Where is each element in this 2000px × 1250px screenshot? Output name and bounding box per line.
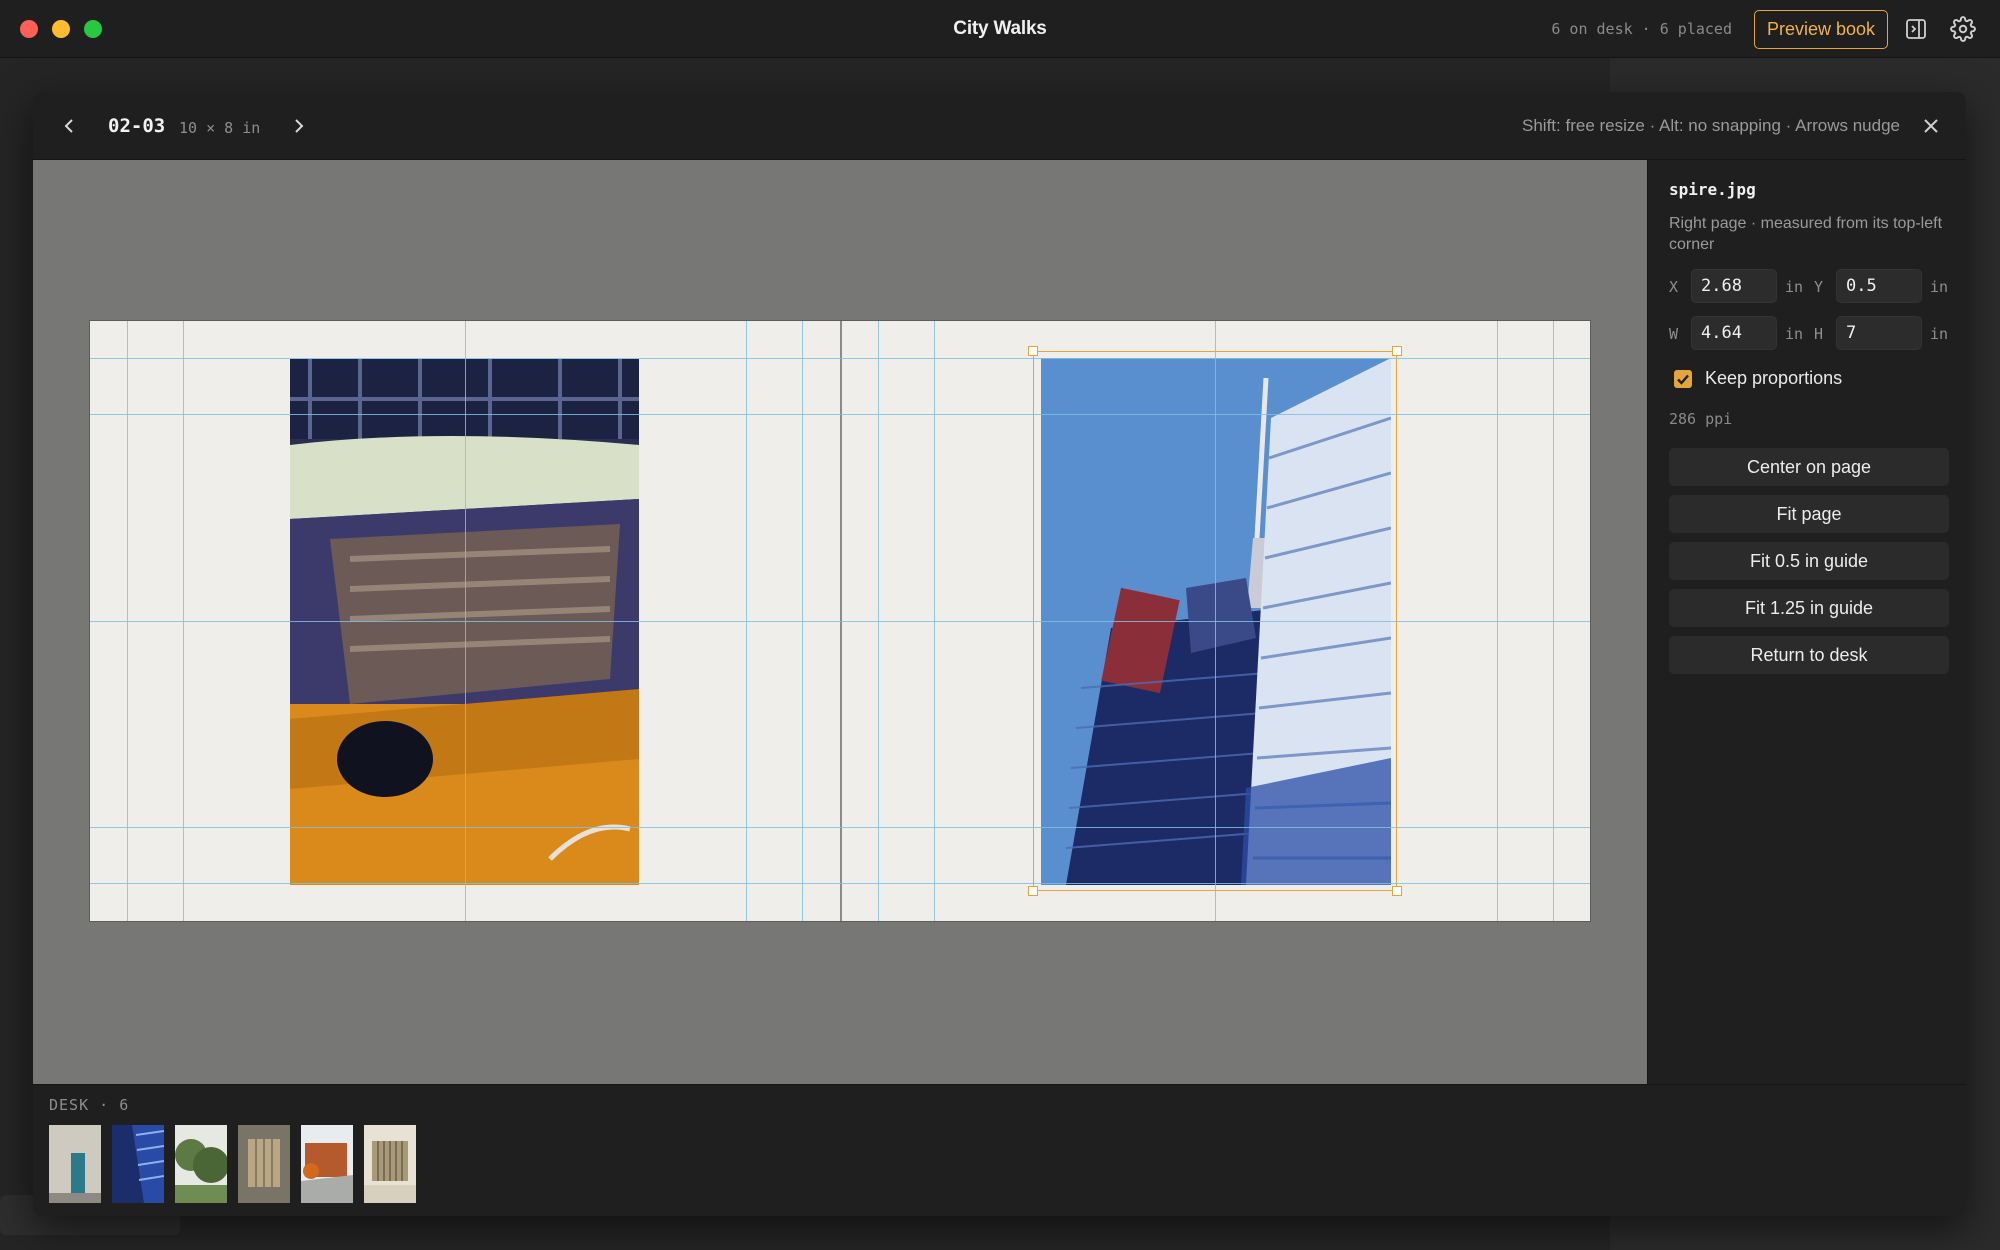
w-label: W [1669, 325, 1679, 343]
minimize-window-button[interactable] [52, 20, 70, 38]
gear-icon[interactable] [1950, 16, 1976, 42]
guide-line [90, 883, 1590, 884]
chevron-left-icon[interactable] [55, 112, 83, 140]
spread-size: 10 × 8 in [179, 119, 261, 137]
fit-page-button[interactable]: Fit page [1669, 495, 1949, 533]
guide-line [90, 621, 1590, 622]
resize-handle-bottom-right[interactable] [1392, 886, 1402, 896]
x-label: X [1669, 278, 1679, 296]
y-unit: in [1930, 278, 1949, 296]
keyboard-hints: Shift: free resize · Alt: no snapping · … [1522, 116, 1900, 135]
guide-line [90, 358, 1590, 359]
spread[interactable] [89, 320, 1591, 922]
desk-thumbnail[interactable] [175, 1125, 227, 1203]
close-window-button[interactable] [20, 20, 38, 38]
fit-half-inch-guide-button[interactable]: Fit 0.5 in guide [1669, 542, 1949, 580]
close-icon[interactable] [1917, 112, 1945, 140]
resize-handle-bottom-left[interactable] [1028, 886, 1038, 896]
y-input[interactable] [1836, 269, 1922, 303]
x-unit: in [1785, 278, 1804, 296]
desk-status: 6 on desk · 6 placed [1551, 20, 1732, 38]
w-input[interactable] [1691, 316, 1777, 350]
h-unit: in [1930, 325, 1949, 343]
inspector-panel: spire.jpg Right page · measured from its… [1647, 160, 1966, 1084]
center-on-page-button[interactable]: Center on page [1669, 448, 1949, 486]
chevron-right-icon[interactable] [285, 112, 313, 140]
desk-thumbnail[interactable] [301, 1125, 353, 1203]
desk-thumbnail[interactable] [238, 1125, 290, 1203]
selected-filename: spire.jpg [1669, 180, 1756, 199]
desk-thumbnail[interactable] [49, 1125, 101, 1203]
spread-canvas[interactable] [33, 160, 1647, 1084]
title-bar: City Walks 6 on desk · 6 placed Preview … [0, 0, 2000, 58]
y-label: Y [1814, 278, 1824, 296]
preview-book-button[interactable]: Preview book [1754, 10, 1888, 49]
spread-id: 02-03 [108, 115, 166, 137]
guide-line [90, 827, 1590, 828]
resize-handle-top-right[interactable] [1392, 346, 1402, 356]
w-unit: in [1785, 325, 1804, 343]
measurement-note: Right page · measured from its top-left … [1669, 215, 1943, 253]
spread-editor-dialog: 02-03 10 × 8 in Shift: free resize · Alt… [33, 92, 1966, 1216]
resize-handle-top-left[interactable] [1028, 346, 1038, 356]
return-to-desk-button[interactable]: Return to desk [1669, 636, 1949, 674]
x-input[interactable] [1691, 269, 1777, 303]
desk-thumbnail[interactable] [112, 1125, 164, 1203]
fit-quarter-inch-guide-button[interactable]: Fit 1.25 in guide [1669, 589, 1949, 627]
sidebar-toggle-icon[interactable] [1903, 16, 1929, 42]
keep-proportions-label[interactable]: Keep proportions [1705, 368, 1842, 389]
keep-proportions-checkbox[interactable] [1674, 370, 1692, 388]
editor-header: 02-03 10 × 8 in Shift: free resize · Alt… [33, 92, 1966, 160]
h-input[interactable] [1836, 316, 1922, 350]
resolution-readout: 286 ppi [1669, 410, 1733, 428]
desk-tray: DESK · 6 [33, 1084, 1966, 1216]
desk-thumbnail[interactable] [364, 1125, 416, 1203]
guide-line [90, 414, 1590, 415]
h-label: H [1814, 325, 1824, 343]
desk-label: DESK · 6 [49, 1096, 130, 1114]
zoom-window-button[interactable] [84, 20, 102, 38]
